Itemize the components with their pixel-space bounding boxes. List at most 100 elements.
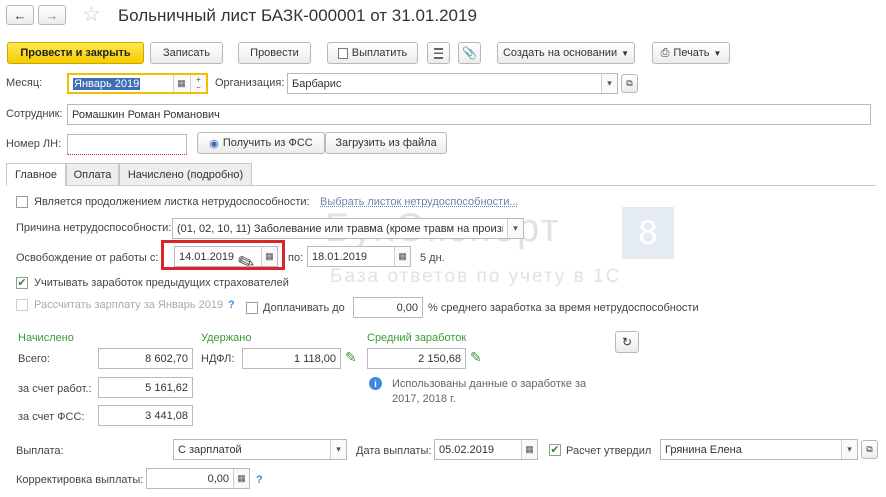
printer-icon: ⎙ bbox=[660, 46, 670, 59]
ndfl-edit-pencil-icon[interactable]: ✎ bbox=[345, 349, 357, 366]
open-icon: ⧉ bbox=[866, 444, 873, 454]
payment-date-label: Дата выплаты: bbox=[356, 445, 432, 457]
info-icon: i bbox=[369, 377, 382, 390]
employee-label: Сотрудник: bbox=[6, 108, 63, 120]
load-from-file-button[interactable]: Загрузить из файла bbox=[325, 132, 447, 154]
ln-number-field[interactable] bbox=[67, 134, 187, 155]
fss-value: 3 441,08 bbox=[145, 409, 188, 422]
approved-value: Грянина Елена bbox=[665, 443, 742, 456]
continuation-checkbox[interactable] bbox=[16, 196, 28, 208]
tab-payment[interactable]: Оплата bbox=[66, 163, 119, 185]
approved-open-button[interactable]: ⧉ bbox=[861, 440, 878, 459]
avg-earnings-field: 2 150,68 bbox=[367, 348, 466, 369]
avg-edit-pencil-icon[interactable]: ✎ bbox=[470, 349, 482, 366]
watermark-tagline: База ответов по учету в 1С bbox=[330, 266, 622, 287]
approved-checkbox[interactable]: ✔ bbox=[549, 444, 561, 456]
date-to-field[interactable]: 18.01.2019 ▦ bbox=[307, 246, 411, 267]
total-value-field: 8 602,70 bbox=[98, 348, 193, 369]
reason-value: (01, 02, 10, 11) Заболевание или травма … bbox=[177, 222, 503, 235]
tab-main[interactable]: Главное bbox=[6, 163, 66, 186]
pay-extra-value: 0,00 bbox=[396, 301, 418, 314]
approved-by-field[interactable]: Грянина Елена ▾ bbox=[660, 439, 858, 460]
calculator-icon[interactable]: ▦ bbox=[233, 469, 249, 488]
post-and-close-button[interactable]: Провести и закрыть bbox=[7, 42, 144, 64]
arrow-right-icon: → bbox=[45, 7, 59, 23]
approved-label: Расчет утвердил bbox=[566, 445, 652, 457]
chevron-down-icon[interactable]: ▾ bbox=[601, 74, 617, 93]
window-title: Больничный лист БАЗК-000001 от 31.01.201… bbox=[118, 6, 477, 25]
tab-accrued-detail[interactable]: Начислено (подробно) bbox=[119, 163, 252, 185]
payment-label: Выплата: bbox=[16, 445, 64, 457]
ndfl-field: 1 118,00 bbox=[242, 348, 341, 369]
payment-method-field[interactable]: С зарплатой ▾ bbox=[173, 439, 347, 460]
print-button[interactable]: ⎙ Печать ▼ bbox=[652, 42, 730, 64]
correction-help-icon[interactable]: ? bbox=[256, 474, 263, 486]
chevron-down-icon[interactable]: ▾ bbox=[330, 440, 346, 459]
date-to-value: 18.01.2019 bbox=[312, 250, 368, 263]
forward-button[interactable]: → bbox=[38, 5, 66, 25]
favorite-star-icon[interactable]: ☆ bbox=[82, 2, 101, 27]
fss-value-field: 3 441,08 bbox=[98, 405, 193, 426]
accrued-header: Начислено bbox=[18, 332, 74, 344]
calendar-icon[interactable]: ▦ bbox=[521, 440, 537, 459]
help-icon[interactable]: ? bbox=[228, 299, 235, 311]
date-from-value: 14.01.2019 bbox=[179, 250, 235, 263]
chevron-down-icon[interactable]: ▾ bbox=[507, 219, 523, 238]
pay-extra-label: Доплачивать до bbox=[263, 302, 345, 314]
employee-field[interactable]: Ромашкин Роман Романович bbox=[67, 104, 871, 125]
total-label: Всего: bbox=[18, 353, 50, 365]
open-icon: ⧉ bbox=[626, 78, 633, 88]
chevron-down-icon: ▼ bbox=[713, 48, 722, 58]
month-stepper[interactable]: + − bbox=[190, 75, 206, 92]
get-from-fss-button[interactable]: ◉ Получить из ФСС bbox=[197, 132, 325, 154]
calendar-icon[interactable]: ▦ bbox=[173, 75, 189, 92]
employer-value: 5 161,62 bbox=[145, 381, 188, 394]
document-icon bbox=[337, 47, 348, 59]
payment-date-field[interactable]: 05.02.2019 ▦ bbox=[434, 439, 538, 460]
ndfl-label: НДФЛ: bbox=[201, 353, 235, 365]
pay-extra-percent-field[interactable]: 0,00 bbox=[353, 297, 423, 318]
ln-label: Номер ЛН: bbox=[6, 138, 62, 150]
payment-date-value: 05.02.2019 bbox=[439, 443, 495, 456]
get-fss-label: Получить из ФСС bbox=[222, 137, 313, 149]
tab-strip-line bbox=[6, 185, 876, 186]
month-value: Январь 2019 bbox=[73, 77, 141, 90]
employee-value: Ромашкин Роман Романович bbox=[72, 108, 220, 121]
post-button[interactable]: Провести bbox=[238, 42, 311, 64]
org-open-button[interactable]: ⧉ bbox=[621, 74, 638, 93]
continuation-label: Является продолжением листка нетрудоспос… bbox=[34, 196, 310, 208]
list-icon bbox=[434, 47, 443, 59]
chevron-down-icon[interactable]: ▾ bbox=[841, 440, 857, 459]
back-button[interactable]: ← bbox=[6, 5, 34, 25]
pay-extra-suffix: % среднего заработка за время нетрудоспо… bbox=[428, 302, 699, 314]
date-from-field[interactable]: 14.01.2019 ▦ bbox=[174, 246, 278, 267]
employer-label: за счет работ.: bbox=[18, 383, 92, 395]
calendar-icon[interactable]: ▦ bbox=[394, 247, 410, 266]
release-label: Освобождение от работы с: bbox=[16, 252, 159, 264]
reason-field[interactable]: (01, 02, 10, 11) Заболевание или травма … bbox=[172, 218, 524, 239]
consider-prev-checkbox[interactable]: ✔ bbox=[16, 277, 28, 289]
refresh-button[interactable]: ↻ bbox=[615, 331, 639, 353]
journal-button[interactable] bbox=[427, 42, 450, 64]
chevron-down-icon: ▼ bbox=[621, 48, 630, 58]
payments-button[interactable]: Выплатить bbox=[327, 42, 418, 64]
attach-button[interactable]: 📎 bbox=[458, 42, 481, 64]
reason-label: Причина нетрудоспособности: bbox=[16, 222, 172, 234]
fss-label: за счет ФСС: bbox=[18, 411, 85, 423]
print-label: Печать bbox=[673, 47, 710, 59]
create-based-button[interactable]: Создать на основании ▼ bbox=[497, 42, 635, 64]
correction-field[interactable]: 0,00 ▦ bbox=[146, 468, 250, 489]
month-field[interactable]: Январь 2019 ▦ + − bbox=[67, 73, 208, 94]
calendar-icon[interactable]: ▦ bbox=[261, 247, 277, 266]
average-earnings-header: Средний заработок bbox=[367, 332, 467, 344]
pay-extra-checkbox[interactable] bbox=[246, 302, 258, 314]
watermark-badge: 8 bbox=[622, 207, 674, 259]
org-label: Организация: bbox=[215, 77, 285, 89]
choose-sick-leave-link[interactable]: Выбрать листок нетрудоспособности... bbox=[320, 196, 519, 208]
org-field[interactable]: Барбарис ▾ bbox=[287, 73, 618, 94]
withheld-header: Удержано bbox=[201, 332, 252, 344]
paperclip-icon: 📎 bbox=[462, 46, 477, 60]
create-based-label: Создать на основании bbox=[502, 47, 618, 59]
month-label: Месяц: bbox=[6, 77, 43, 89]
write-button[interactable]: Записать bbox=[150, 42, 223, 64]
